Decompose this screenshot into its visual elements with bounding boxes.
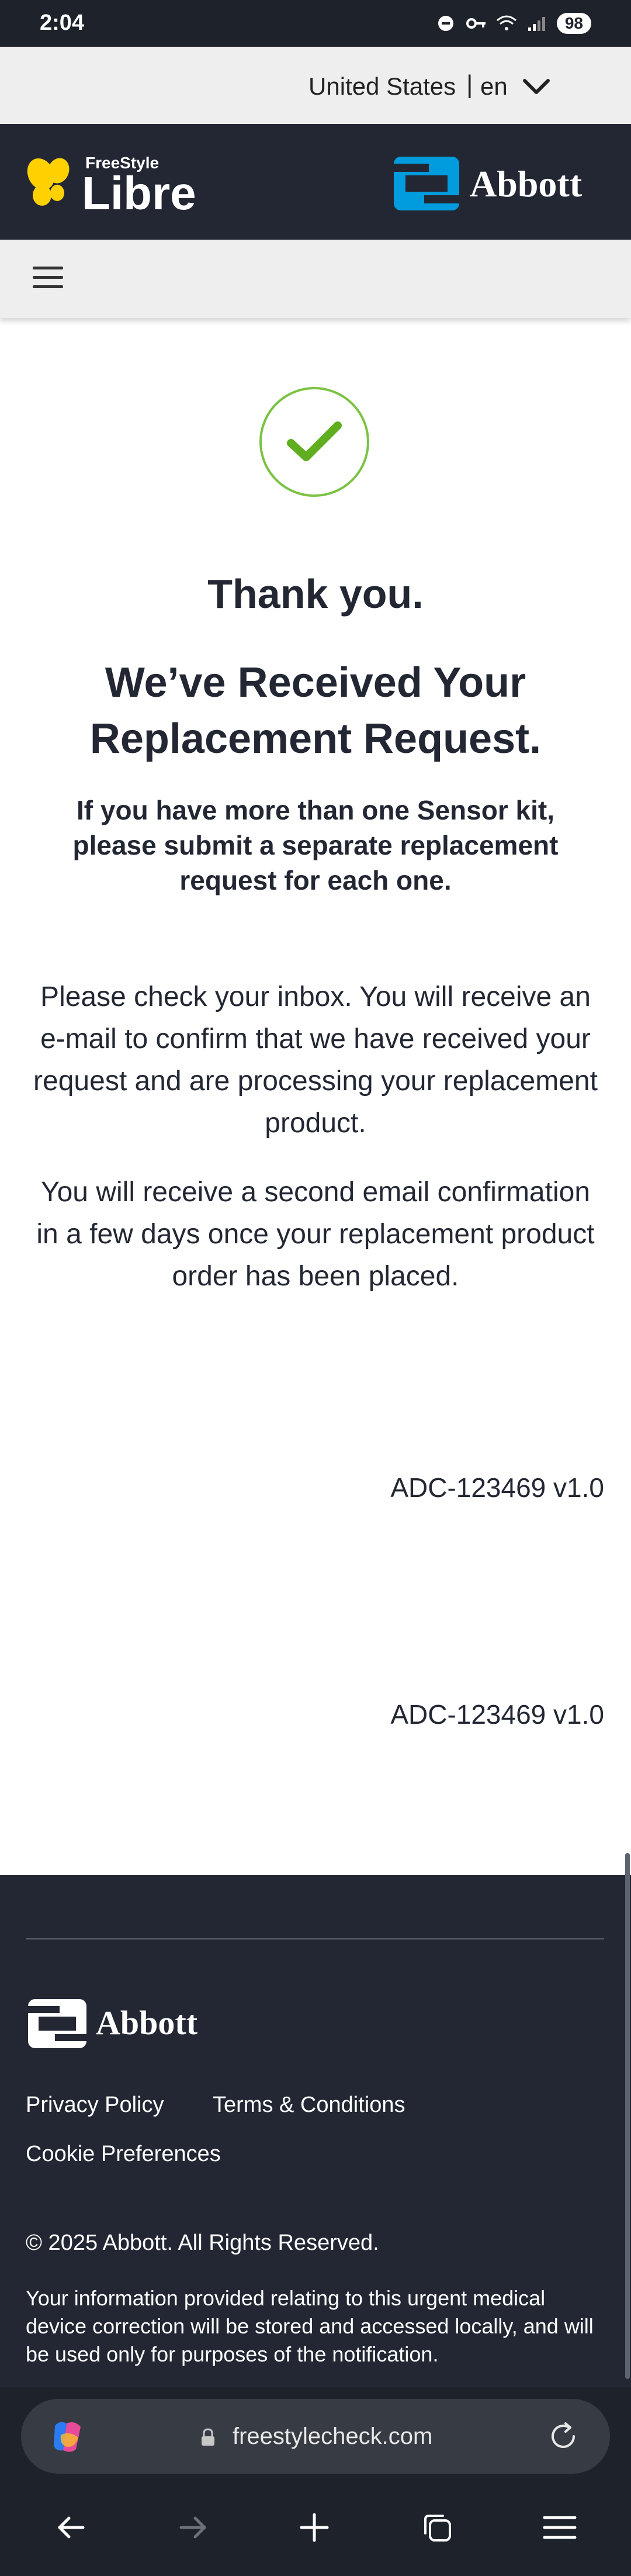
menu-bar <box>0 240 631 318</box>
status-bar: 2:04 98 <box>0 0 631 47</box>
lock-icon <box>200 2428 216 2447</box>
second-email-notice: You will receive a second email confirma… <box>36 1177 595 1292</box>
browser-address-bar: freestylecheck.com <box>0 2387 631 2478</box>
status-icons: 98 <box>435 11 591 36</box>
brand-header: FreeStyle Libre Abbott <box>0 124 631 240</box>
url-text[interactable]: freestylecheck.com <box>233 2423 432 2450</box>
back-arrow-icon[interactable] <box>53 2509 90 2546</box>
hamburger-menu-icon[interactable] <box>33 267 63 291</box>
key-icon <box>466 13 487 34</box>
privacy-disclaimer: Your information provided relating to th… <box>26 2286 594 2366</box>
copyright-text: © 2025 Abbott. All Rights Reserved. <box>26 2231 379 2255</box>
inbox-instructions: Please check your inbox. You will receiv… <box>33 981 598 1139</box>
dnd-icon <box>435 13 456 34</box>
multiple-kits-note: If you have more than one Sensor kit, pl… <box>72 795 559 895</box>
menu-icon[interactable] <box>541 2509 578 2546</box>
wifi-icon <box>496 13 517 34</box>
address-pill[interactable]: freestylecheck.com <box>21 2399 610 2474</box>
site-footer: Abbott Privacy Policy Terms & Conditions… <box>0 1875 631 2387</box>
copilot-icon[interactable] <box>49 2418 88 2456</box>
thank-you-title: Thank you. <box>207 571 424 617</box>
terms-conditions-link[interactable]: Terms & Conditions <box>213 2093 405 2118</box>
page-scrollbar[interactable] <box>625 1853 630 2379</box>
country-selector[interactable]: United States <box>308 72 456 101</box>
footer-abbott-text: Abbott <box>96 2004 198 2042</box>
privacy-policy-link[interactable]: Privacy Policy <box>26 2093 164 2118</box>
signal-icon <box>526 13 547 34</box>
document-version: ADC-123469 v1.0 <box>390 1699 604 1730</box>
browser-nav-bar <box>0 2478 631 2576</box>
locale-separator: | <box>466 70 473 99</box>
cookie-preferences-link[interactable]: Cookie Preferences <box>26 2142 221 2167</box>
battery-indicator: 98 <box>556 13 591 34</box>
success-check-icon <box>259 387 369 497</box>
new-tab-plus-icon[interactable] <box>296 2509 333 2546</box>
footer-divider <box>26 1938 604 1939</box>
footer-abbott-logo[interactable]: Abbott <box>26 1996 230 2052</box>
freestyle-libre-logo[interactable]: FreeStyle Libre <box>23 145 204 221</box>
document-version: ADC-123469 v1.0 <box>390 1472 604 1503</box>
status-time: 2:04 <box>40 11 85 35</box>
abbott-logo[interactable]: Abbott <box>391 154 611 213</box>
language-selector[interactable]: en <box>480 72 508 101</box>
locale-bar: United States | en <box>0 47 631 124</box>
abbott-logo-text: Abbott <box>470 163 583 205</box>
chevron-down-icon[interactable] <box>520 70 553 103</box>
tabs-icon[interactable] <box>418 2509 456 2546</box>
forward-arrow-icon[interactable] <box>174 2509 212 2546</box>
reload-icon[interactable] <box>546 2419 581 2454</box>
libre-large-text: Libre <box>82 167 196 219</box>
confirmation-headline: We’ve Received Your Replacement Request. <box>89 659 542 762</box>
